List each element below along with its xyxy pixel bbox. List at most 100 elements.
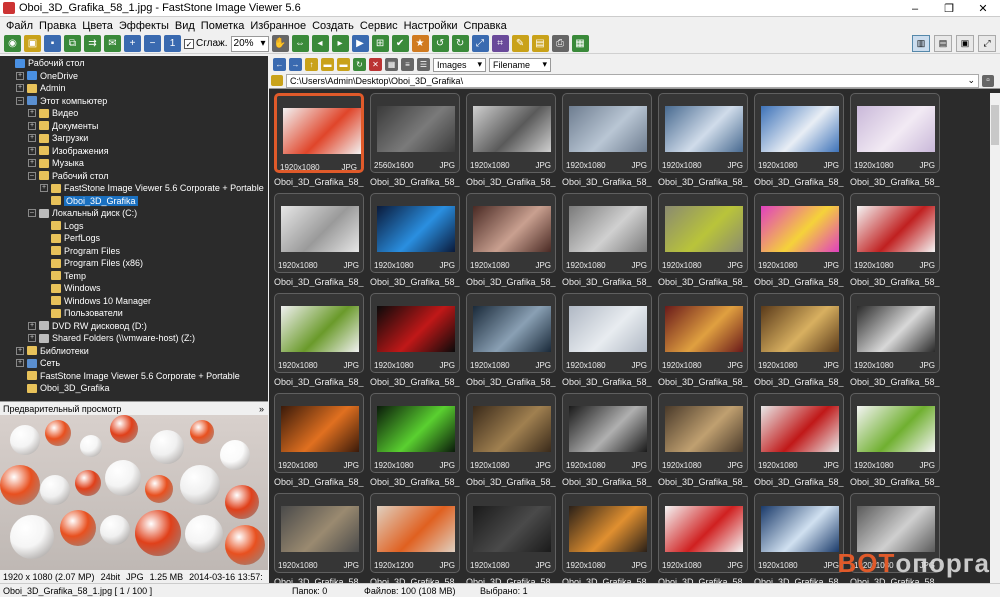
thumbnail-frame[interactable]: 1920x1080 JPG <box>562 393 652 473</box>
thumbnail-item[interactable]: 1920x1080 JPG Oboi_3D_Grafika_58_... <box>562 493 652 583</box>
save-icon[interactable]: ▪ <box>44 35 61 52</box>
tree-node[interactable]: – Рабочий стол <box>0 170 268 183</box>
menu-item-3[interactable]: Эффекты <box>116 20 172 32</box>
filter-select[interactable]: Images ▾ <box>433 57 486 72</box>
expand-icon[interactable]: + <box>28 159 36 168</box>
thumbnail-frame[interactable]: 1920x1080 JPG <box>562 493 652 573</box>
thumbnail-frame[interactable]: 1920x1080 JPG <box>850 93 940 173</box>
delete-icon[interactable]: ✕ <box>369 58 382 71</box>
expand-icon[interactable]: + <box>40 184 48 193</box>
tree-node[interactable]: + OneDrive <box>0 70 268 83</box>
expand-icon[interactable]: + <box>28 334 36 343</box>
print-icon[interactable]: ⎙ <box>551 35 569 52</box>
thumbnail-item[interactable]: 1920x1080 JPG Oboi_3D_Grafika_58_... <box>658 93 748 193</box>
refresh-icon[interactable]: ↻ <box>353 58 366 71</box>
menu-item-10[interactable]: Справка <box>461 20 510 32</box>
tree-node[interactable]: + Библиотеки <box>0 345 268 358</box>
tree-node[interactable]: Рабочий стол <box>0 57 268 70</box>
layout-3-icon[interactable]: ▣ <box>956 35 974 52</box>
collapse-icon[interactable]: – <box>16 96 24 105</box>
layout-1-icon[interactable]: ▥ <box>912 35 930 52</box>
zoom-select[interactable]: 20% ▾ <box>230 35 269 52</box>
thumbnail-item[interactable]: 1920x1080 JPG Oboi_3D_Grafika_58_... <box>466 393 556 493</box>
vertical-scrollbar[interactable] <box>990 93 1000 583</box>
thumbnail-item[interactable]: 1920x1080 JPG Oboi_3D_Grafika_58_... <box>754 93 844 193</box>
thumbnail-item[interactable]: 1920x1080 JPG Oboi_3D_Grafika_58_... <box>466 193 556 293</box>
thumbnail-item[interactable]: 1920x1080 JPG Oboi_3D_Grafika_58_... <box>466 493 556 583</box>
thumbnail-item[interactable]: 1920x1080 JPG Oboi_3D_Grafika_58_... <box>850 293 940 393</box>
view-icon[interactable]: ▦ <box>385 58 398 71</box>
thumbnail-frame[interactable]: 1920x1080 JPG <box>754 93 844 173</box>
thumbnail-item[interactable]: 2560x1600 JPG Oboi_3D_Grafika_58_... <box>370 93 460 193</box>
tree-node[interactable]: + Видео <box>0 107 268 120</box>
thumbnail-item[interactable]: 1920x1080 JPG Oboi_3D_Grafika_58_... <box>562 93 652 193</box>
tree-node[interactable]: – Этот компьютер <box>0 95 268 108</box>
slideshow-icon[interactable]: ▶ <box>351 35 369 52</box>
thumbnail-item[interactable]: 1920x1080 JPG Oboi_3D_Grafika_58_... <box>754 493 844 583</box>
thumbnail-frame[interactable]: 1920x1080 JPG <box>658 93 748 173</box>
fit-icon[interactable]: ⇔ <box>291 35 309 52</box>
close-button[interactable]: ✕ <box>966 0 1000 17</box>
menu-item-6[interactable]: Избранное <box>247 20 309 32</box>
thumbnail-item[interactable]: 1920x1080 JPG Oboi_3D_Grafika_58_... <box>658 393 748 493</box>
thumbnail-frame[interactable]: 1920x1080 JPG <box>562 193 652 273</box>
tag-icon[interactable]: ✔ <box>391 35 409 52</box>
hand-tool-icon[interactable]: ✋ <box>271 35 289 52</box>
fullscreen-icon[interactable]: ⤢ <box>978 35 996 52</box>
expand-icon[interactable]: + <box>16 84 24 93</box>
thumbnail-frame[interactable]: 1920x1080 JPG <box>658 493 748 573</box>
thumbnail-frame[interactable]: 1920x1080 JPG <box>850 393 940 473</box>
thumbnail-item[interactable]: 1920x1080 JPG Oboi_3D_Grafika_58_... <box>850 93 940 193</box>
rotate-right-icon[interactable]: ↻ <box>451 35 469 52</box>
draw-icon[interactable]: ✎ <box>511 35 529 52</box>
thumbnail-frame[interactable]: 1920x1080 JPG <box>850 293 940 373</box>
details-icon[interactable]: ≡ <box>401 58 414 71</box>
thumbnail-frame[interactable]: 1920x1080 JPG <box>466 193 556 273</box>
expand-icon[interactable]: + <box>28 109 36 118</box>
thumbnail-item[interactable]: 1920x1080 JPG Oboi_3D_Grafika_58_... <box>658 493 748 583</box>
open-icon[interactable]: ◉ <box>4 35 21 52</box>
thumbnail-item[interactable]: 1920x1080 JPG Oboi_3D_Grafika_58_... <box>274 293 364 393</box>
rotate-left-icon[interactable]: ↺ <box>431 35 449 52</box>
thumbnail-item[interactable]: 1920x1080 JPG Oboi_3D_Grafika_58_... <box>754 293 844 393</box>
tree-node[interactable]: Logs <box>0 220 268 233</box>
thumbnail-frame[interactable]: 1920x1080 JPG <box>562 293 652 373</box>
expand-icon[interactable]: + <box>16 346 24 355</box>
expand-icon[interactable]: + <box>28 134 36 143</box>
tree-node[interactable]: + Изображения <box>0 145 268 158</box>
folder-icon[interactable]: ▬ <box>321 58 334 71</box>
thumbnail-item[interactable]: 1920x1080 JPG Oboi_3D_Grafika_58_... <box>370 193 460 293</box>
thumbnail-frame[interactable]: 1920x1080 JPG <box>754 393 844 473</box>
tree-node[interactable]: + DVD RW дисковод (D:) <box>0 320 268 333</box>
forward-icon[interactable]: → <box>289 58 302 71</box>
tree-node[interactable]: Program Files (x86) <box>0 257 268 270</box>
tree-node[interactable]: Windows 10 Manager <box>0 295 268 308</box>
thumbnail-frame[interactable]: 1920x1080 JPG <box>370 193 460 273</box>
thumbnail-item[interactable]: 1920x1080 JPG Oboi_3D_Grafika_58_... <box>370 393 460 493</box>
collapse-icon[interactable]: » <box>259 404 264 414</box>
thumbnail-item[interactable]: 1920x1200 JPG Oboi_3D_Grafika_58_... <box>370 493 460 583</box>
thumbnail-frame[interactable]: 1920x1080 JPG <box>754 293 844 373</box>
prev-image-icon[interactable]: ◂ <box>311 35 329 52</box>
maximize-button[interactable]: ❐ <box>932 0 966 17</box>
thumbnail-frame[interactable]: 1920x1080 JPG <box>466 493 556 573</box>
tree-node[interactable]: + Загрузки <box>0 132 268 145</box>
email-icon[interactable]: ✉ <box>104 35 121 52</box>
thumbnail-item[interactable]: 1920x1080 JPG Oboi_3D_Grafika_58_... <box>370 293 460 393</box>
thumbnail-frame[interactable]: 1920x1080 JPG <box>274 393 364 473</box>
resize-icon[interactable]: ⤢ <box>471 35 489 52</box>
tree-node[interactable]: + Музыка <box>0 157 268 170</box>
back-icon[interactable]: ← <box>273 58 286 71</box>
thumbnail-frame[interactable]: 1920x1080 JPG <box>274 493 364 573</box>
new-folder-icon[interactable]: ▬ <box>337 58 350 71</box>
zoom-out-icon[interactable]: − <box>144 35 161 52</box>
thumbnail-frame[interactable]: 1920x1080 JPG <box>658 193 748 273</box>
thumbnail-frame[interactable]: 1920x1080 JPG <box>370 393 460 473</box>
favorite-icon[interactable]: ★ <box>411 35 429 52</box>
thumbnail-frame[interactable]: 2560x1600 JPG <box>370 93 460 173</box>
thumbnail-item[interactable]: 1920x1080 JPG Oboi_3D_Grafika_58_... <box>274 393 364 493</box>
scrollbar-thumb[interactable] <box>991 105 999 145</box>
thumbnail-frame[interactable]: 1920x1080 JPG <box>658 393 748 473</box>
move-icon[interactable]: ⇉ <box>84 35 101 52</box>
expand-icon[interactable]: + <box>28 321 36 330</box>
